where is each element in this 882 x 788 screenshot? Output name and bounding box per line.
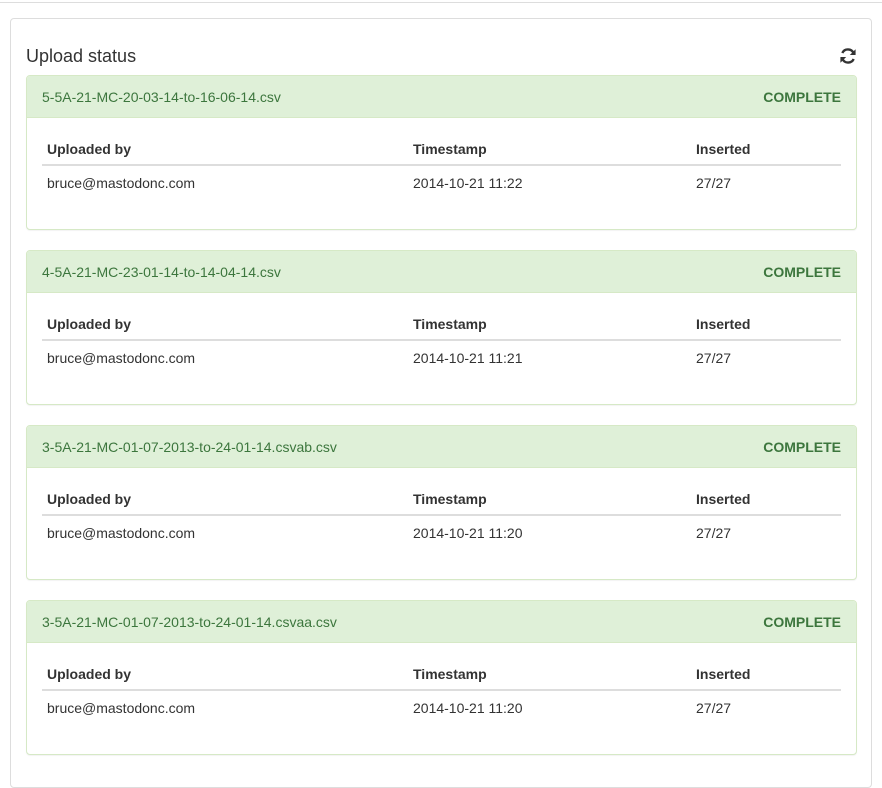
table-row: bruce@mastodonc.com 2014-10-21 11:20 27/… xyxy=(42,515,841,549)
upload-card: 5-5A-21-MC-20-03-14-to-16-06-14.csv COMP… xyxy=(26,75,857,230)
column-header-timestamp: Timestamp xyxy=(408,483,691,516)
timestamp-cell: 2014-10-21 11:20 xyxy=(413,525,523,541)
file-name: 5-5A-21-MC-20-03-14-to-16-06-14.csv xyxy=(42,88,281,105)
upload-details-table: Uploaded by Timestamp Inserted bruce@mas… xyxy=(42,308,841,374)
table-row: bruce@mastodonc.com 2014-10-21 11:21 27/… xyxy=(42,340,841,374)
status-label: COMPLETE xyxy=(763,438,841,455)
status-label: COMPLETE xyxy=(763,88,841,105)
column-header-inserted: Inserted xyxy=(691,483,841,516)
upload-card-header: 4-5A-21-MC-23-01-14-to-14-04-14.csv COMP… xyxy=(27,251,856,293)
upload-details-table: Uploaded by Timestamp Inserted bruce@mas… xyxy=(42,658,841,724)
upload-card: 3-5A-21-MC-01-07-2013-to-24-01-14.csvaa.… xyxy=(26,600,857,755)
uploaded-by-cell: bruce@mastodonc.com xyxy=(47,350,196,366)
column-header-timestamp: Timestamp xyxy=(408,133,691,166)
upload-card-body: Uploaded by Timestamp Inserted bruce@mas… xyxy=(27,468,856,549)
upload-details-table: Uploaded by Timestamp Inserted bruce@mas… xyxy=(42,133,841,199)
uploaded-by-cell: bruce@mastodonc.com xyxy=(47,175,196,191)
column-header-uploaded-by: Uploaded by xyxy=(42,308,408,341)
upload-details-table: Uploaded by Timestamp Inserted bruce@mas… xyxy=(42,483,841,549)
status-label: COMPLETE xyxy=(763,263,841,280)
column-header-uploaded-by: Uploaded by xyxy=(42,133,408,166)
upload-card-header: 3-5A-21-MC-01-07-2013-to-24-01-14.csvaa.… xyxy=(27,601,856,643)
timestamp-cell: 2014-10-21 11:20 xyxy=(413,700,523,716)
upload-card: 4-5A-21-MC-23-01-14-to-14-04-14.csv COMP… xyxy=(26,250,857,405)
inserted-cell: 27/27 xyxy=(696,175,732,191)
upload-card-body: Uploaded by Timestamp Inserted bruce@mas… xyxy=(27,118,856,199)
panel-title: Upload status xyxy=(26,46,137,66)
column-header-timestamp: Timestamp xyxy=(408,308,691,341)
upload-card-body: Uploaded by Timestamp Inserted bruce@mas… xyxy=(27,293,856,374)
upload-card-header: 3-5A-21-MC-01-07-2013-to-24-01-14.csvab.… xyxy=(27,426,856,468)
table-row: bruce@mastodonc.com 2014-10-21 11:22 27/… xyxy=(42,165,841,199)
upload-card: 3-5A-21-MC-01-07-2013-to-24-01-14.csvab.… xyxy=(26,425,857,580)
inserted-cell: 27/27 xyxy=(696,700,732,716)
upload-list: 5-5A-21-MC-20-03-14-to-16-06-14.csv COMP… xyxy=(26,75,857,775)
inserted-cell: 27/27 xyxy=(696,350,732,366)
column-header-uploaded-by: Uploaded by xyxy=(42,483,408,516)
top-divider xyxy=(0,0,882,3)
table-header-row: Uploaded by Timestamp Inserted xyxy=(42,308,841,341)
refresh-icon[interactable] xyxy=(839,47,857,65)
file-name: 3-5A-21-MC-01-07-2013-to-24-01-14.csvaa.… xyxy=(42,613,337,630)
table-header-row: Uploaded by Timestamp Inserted xyxy=(42,658,841,691)
uploaded-by-cell: bruce@mastodonc.com xyxy=(47,700,196,716)
column-header-timestamp: Timestamp xyxy=(408,658,691,691)
status-label: COMPLETE xyxy=(763,613,841,630)
inserted-cell: 27/27 xyxy=(696,525,732,541)
timestamp-cell: 2014-10-21 11:22 xyxy=(413,175,523,191)
column-header-inserted: Inserted xyxy=(691,658,841,691)
uploaded-by-cell: bruce@mastodonc.com xyxy=(47,525,196,541)
table-header-row: Uploaded by Timestamp Inserted xyxy=(42,483,841,516)
table-row: bruce@mastodonc.com 2014-10-21 11:20 27/… xyxy=(42,690,841,724)
upload-card-body: Uploaded by Timestamp Inserted bruce@mas… xyxy=(27,643,856,724)
timestamp-cell: 2014-10-21 11:21 xyxy=(413,350,523,366)
column-header-uploaded-by: Uploaded by xyxy=(42,658,408,691)
file-name: 3-5A-21-MC-01-07-2013-to-24-01-14.csvab.… xyxy=(42,438,337,455)
upload-status-panel: Upload status 5-5A-21-MC-20-03-14-to-16-… xyxy=(10,18,872,788)
column-header-inserted: Inserted xyxy=(691,308,841,341)
table-header-row: Uploaded by Timestamp Inserted xyxy=(42,133,841,166)
column-header-inserted: Inserted xyxy=(691,133,841,166)
upload-card-header: 5-5A-21-MC-20-03-14-to-16-06-14.csv COMP… xyxy=(27,76,856,118)
file-name: 4-5A-21-MC-23-01-14-to-14-04-14.csv xyxy=(42,263,281,280)
